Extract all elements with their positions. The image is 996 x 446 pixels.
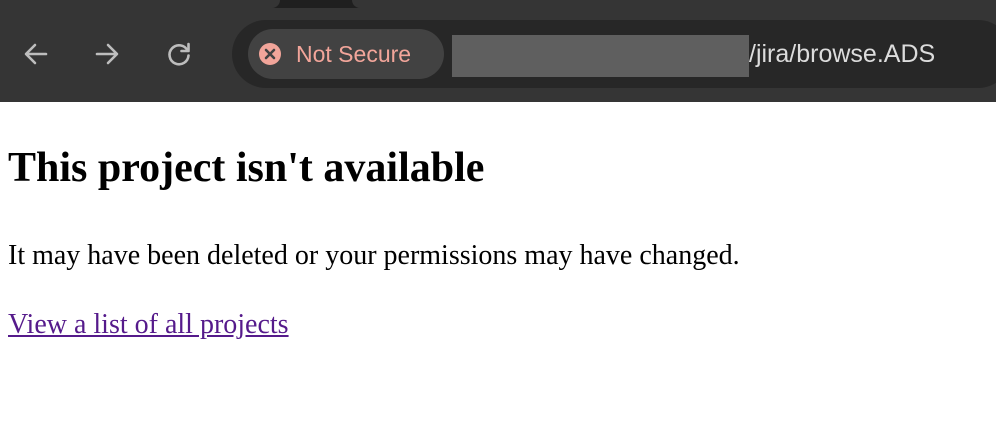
url-path[interactable]: /jira/browse.ADS (749, 38, 935, 70)
tab-strip (0, 0, 996, 8)
back-button[interactable] (16, 34, 56, 74)
tab[interactable] (0, 0, 280, 8)
browser-toolbar: Not Secure /jira/browse.ADS (0, 0, 996, 102)
redacted-host (452, 35, 749, 77)
address-bar[interactable]: Not Secure /jira/browse.ADS (232, 20, 996, 88)
page-content: This project isn't available It may have… (0, 102, 996, 446)
site-security-chip[interactable]: Not Secure (248, 29, 444, 79)
reload-button[interactable] (159, 34, 199, 74)
view-all-projects-link[interactable]: View a list of all projects (8, 307, 289, 343)
error-message: It may have been deleted or your permiss… (8, 240, 740, 271)
security-status-label: Not Secure (296, 40, 412, 67)
page-title: This project isn't available (8, 145, 485, 191)
arrow-right-icon (93, 40, 121, 68)
forward-button[interactable] (87, 34, 127, 74)
tab[interactable] (352, 0, 996, 8)
reload-icon (165, 40, 193, 68)
arrow-left-icon (22, 40, 50, 68)
not-secure-x-icon (259, 43, 281, 65)
